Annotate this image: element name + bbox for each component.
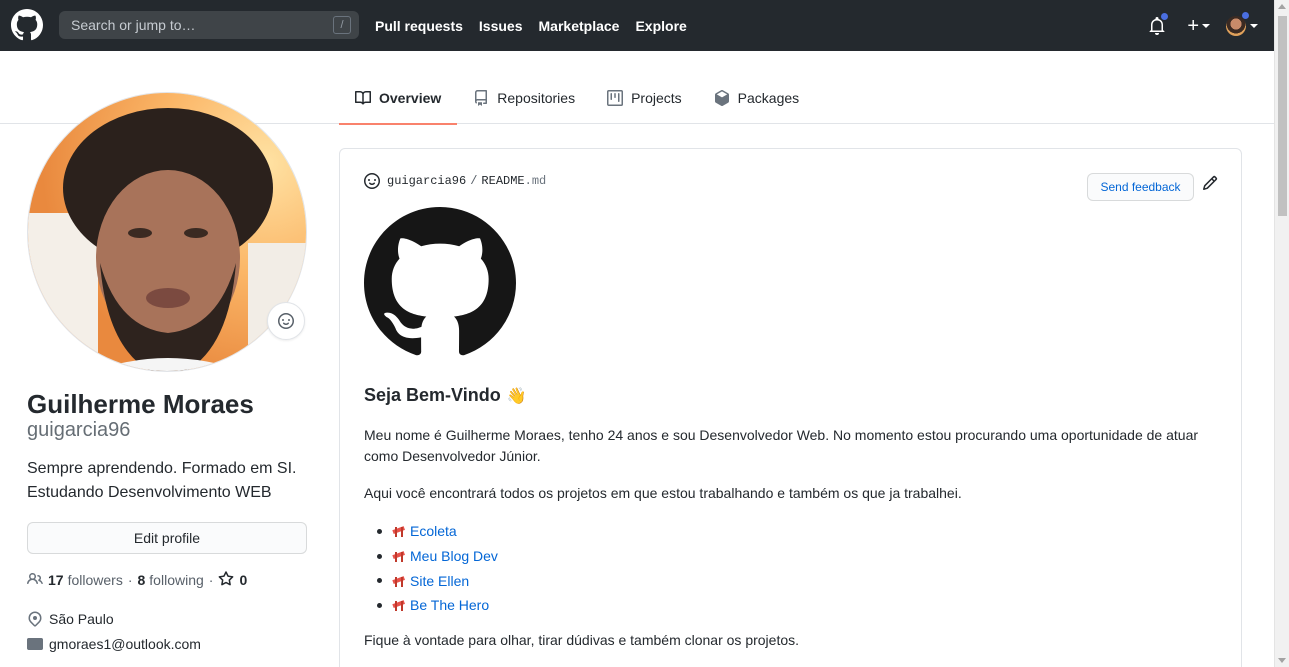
page-scrollbar[interactable] — [1274, 0, 1289, 667]
chevron-down-icon[interactable] — [1250, 23, 1258, 28]
nav-issues[interactable]: Issues — [479, 18, 523, 34]
bio-line: Estudando Desenvolvimento WEB — [27, 484, 272, 501]
header-actions: + — [1149, 0, 1258, 51]
heading-text: Seja Bem-Vindo — [364, 385, 501, 405]
readme-paragraph: Meu nome é Guilherme Moraes, tenho 24 an… — [364, 427, 1199, 464]
profile-email: gmoraes1@outlook.com — [27, 636, 201, 652]
package-icon — [714, 90, 730, 106]
list-item: Site Ellen — [364, 568, 498, 593]
tab-label: Repositories — [497, 90, 576, 106]
search-input[interactable]: Search or jump to… / — [59, 11, 359, 39]
search-shortcut-key: / — [333, 16, 351, 34]
profile-location: São Paulo — [27, 611, 114, 627]
book-icon — [355, 90, 371, 106]
github-logo-icon[interactable] — [11, 9, 43, 41]
tab-label: Packages — [737, 90, 800, 106]
readme-path: guigarcia96 / README .md — [364, 173, 546, 189]
tab-packages[interactable]: Packages — [698, 72, 815, 124]
following-link[interactable]: following — [149, 572, 203, 588]
followers-link[interactable]: followers — [68, 572, 123, 588]
octocat-logo-image — [364, 207, 516, 359]
readme-file-name[interactable]: README — [481, 174, 524, 188]
nav-explore[interactable]: Explore — [635, 18, 686, 34]
people-icon — [27, 571, 43, 590]
readme-card: guigarcia96 / README .md Send feedback Se… — [339, 148, 1242, 667]
stars-count[interactable]: 0 — [239, 572, 247, 588]
location-text: São Paulo — [49, 611, 114, 627]
follow-stats: 17 followers · 8 following · 0 — [27, 570, 251, 590]
project-link-ecoleta[interactable]: Ecoleta — [410, 523, 457, 539]
project-link-site-ellen[interactable]: Site Ellen — [410, 573, 469, 589]
separator: · — [208, 572, 214, 588]
edit-profile-button[interactable]: Edit profile — [27, 522, 307, 554]
followers-count[interactable]: 17 — [48, 572, 64, 588]
top-header: Search or jump to… / Pull requests Issue… — [0, 0, 1274, 51]
profile-full-name: Guilherme Moraes — [27, 389, 254, 419]
location-pin-icon — [28, 611, 42, 627]
construction-emoji-icon — [392, 575, 405, 587]
mail-icon — [27, 638, 43, 650]
following-count[interactable]: 8 — [138, 572, 146, 588]
nav-marketplace[interactable]: Marketplace — [539, 18, 620, 34]
nav-pull-requests[interactable]: Pull requests — [375, 18, 463, 34]
readme-paragraph: Aqui você encontrará todos os projetos e… — [364, 485, 962, 501]
construction-emoji-icon — [392, 551, 405, 563]
create-new-plus-icon[interactable]: + — [1187, 16, 1199, 36]
smiley-icon — [364, 173, 380, 189]
separator: · — [127, 572, 133, 588]
profile-tabs: Overview Repositories Projects Packages — [339, 72, 815, 125]
project-link-blog[interactable]: Meu Blog Dev — [410, 548, 498, 564]
send-feedback-button[interactable]: Send feedback — [1087, 173, 1194, 201]
scroll-up-arrow-icon[interactable] — [1278, 4, 1286, 9]
project-links-list: Ecoleta Meu Blog Dev Site Ellen Be The H… — [364, 519, 498, 618]
notifications-bell-icon[interactable] — [1149, 11, 1170, 35]
list-item: Ecoleta — [364, 519, 498, 544]
readme-heading: Seja Bem-Vindo 👋 — [364, 385, 527, 406]
tab-projects[interactable]: Projects — [591, 72, 698, 124]
tab-overview[interactable]: Overview — [339, 72, 458, 125]
readme-paragraph: Fique à vontade para olhar, tirar dúdiva… — [364, 632, 800, 648]
search-placeholder: Search or jump to… — [71, 17, 196, 33]
user-avatar[interactable] — [1226, 10, 1250, 36]
readme-file-ext: .md — [524, 174, 547, 188]
list-item: Be The Hero — [364, 593, 498, 618]
list-item: Meu Blog Dev — [364, 544, 498, 569]
chevron-down-icon[interactable] — [1202, 23, 1210, 28]
notification-dot — [1160, 11, 1170, 21]
scroll-down-arrow-icon[interactable] — [1278, 658, 1286, 663]
profile-username: guigarcia96 — [27, 419, 131, 441]
profile-avatar[interactable] — [27, 92, 307, 372]
set-status-smiley-icon[interactable] — [267, 302, 305, 340]
header-nav: Pull requests Issues Marketplace Explore — [375, 0, 703, 51]
scroll-thumb[interactable] — [1278, 16, 1287, 216]
path-separator: / — [470, 174, 478, 188]
edit-pencil-icon[interactable] — [1202, 175, 1218, 191]
tab-label: Projects — [631, 90, 682, 106]
email-link[interactable]: gmoraes1@outlook.com — [49, 636, 201, 652]
project-icon — [607, 90, 624, 106]
readme-owner[interactable]: guigarcia96 — [387, 174, 466, 188]
construction-emoji-icon — [392, 526, 405, 538]
repo-icon — [473, 90, 489, 106]
tab-label: Overview — [379, 90, 442, 106]
bio-line: Sempre aprendendo. Formado em SI. — [27, 460, 297, 477]
profile-bio: Sempre aprendendo. Formado em SI. Estuda… — [27, 457, 317, 505]
star-icon[interactable] — [218, 570, 234, 590]
tab-repositories[interactable]: Repositories — [457, 72, 591, 124]
project-link-be-the-hero[interactable]: Be The Hero — [410, 597, 489, 613]
avatar-status-dot — [1241, 10, 1250, 20]
construction-emoji-icon — [392, 600, 405, 612]
waving-hand-emoji: 👋 — [506, 387, 527, 405]
